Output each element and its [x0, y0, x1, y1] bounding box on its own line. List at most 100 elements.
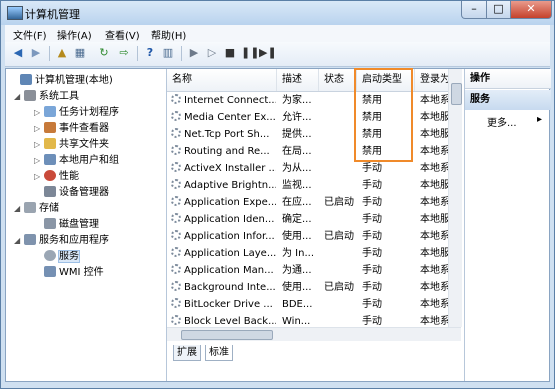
service-status-cell — [324, 177, 357, 194]
more-actions-link[interactable]: 更多... ▸ — [487, 114, 542, 129]
table-row[interactable]: Background Inte... 使用... 已启动 手动 本地系 — [167, 279, 449, 296]
tree-item-storage[interactable]: ◢ 存储 — [14, 201, 59, 217]
cell-text: Routing and Re... — [184, 146, 270, 157]
tree-item-services-apps[interactable]: ◢ 服务和应用程序 — [14, 233, 109, 249]
service-status-cell: 已启动 — [324, 194, 357, 211]
cell-text: Win... — [282, 316, 311, 327]
service-startup-type-cell: 手动 — [362, 296, 415, 313]
tree-item-performance[interactable]: ▷ 性能 — [34, 169, 79, 185]
tree-item-local-users[interactable]: ▷ 本地用户和组 — [34, 153, 119, 169]
cell-text: 手动 — [362, 163, 382, 174]
tree-item-wmi[interactable]: WMI 控件 — [34, 265, 104, 281]
column-header-status[interactable]: 状态 — [319, 69, 357, 91]
tab-standard[interactable]: 标准 — [205, 345, 233, 361]
menu-help[interactable]: 帮助(H) — [151, 27, 186, 42]
tree-item-system-tools[interactable]: ◢ 系统工具 — [14, 89, 79, 105]
cell-text: Application Expe... — [184, 197, 276, 208]
cell-text: 手动 — [362, 180, 382, 191]
table-row[interactable]: BitLocker Drive ... BDE... 手动 本地系 — [167, 296, 449, 313]
vertical-scrollbar[interactable] — [448, 69, 462, 327]
menu-action[interactable]: 操作(A) — [57, 27, 92, 42]
service-startup-type-cell: 手动 — [362, 160, 415, 177]
horizontal-scrollbar[interactable] — [167, 327, 461, 341]
table-row[interactable]: Application Iden... 确定... 手动 本地服 — [167, 211, 449, 228]
cell-text: 本地系 — [420, 316, 449, 327]
help-icon[interactable]: ? — [143, 46, 157, 60]
service-gear-icon — [171, 213, 181, 223]
cell-text: 本地系 — [420, 163, 449, 174]
column-header-description[interactable]: 描述 — [277, 69, 319, 91]
stop-icon[interactable]: ■ — [223, 46, 237, 60]
service-startup-type-cell: 手动 — [362, 262, 415, 279]
device-manager-icon — [44, 186, 56, 197]
tree-item-device-manager[interactable]: 设备管理器 — [34, 185, 109, 201]
table-row[interactable]: ActiveX Installer ... 为从... 手动 本地系 — [167, 160, 449, 177]
service-name-cell: Routing and Re... — [171, 143, 276, 160]
close-button[interactable]: ✕ — [510, 1, 552, 19]
tree-item-shared-folders[interactable]: ▷ 共享文件夹 — [34, 137, 109, 153]
tab-extended[interactable]: 扩展 — [173, 345, 201, 361]
tree-item-event-viewer[interactable]: ▷ 事件查看器 — [34, 121, 109, 137]
service-name-cell: Application Infor... — [171, 228, 276, 245]
service-name-cell: Background Inte... — [171, 279, 276, 296]
table-row[interactable]: Application Man... 为通... 手动 本地系 — [167, 262, 449, 279]
computer-icon — [20, 74, 32, 85]
back-arrow-icon[interactable]: ◀ — [11, 46, 25, 60]
table-row[interactable]: Internet Connect... 为家... 禁用 本地系 — [167, 92, 449, 109]
service-logon-cell: 本地服 — [420, 109, 449, 126]
menu-view[interactable]: 查看(V) — [105, 27, 140, 42]
export-icon[interactable]: ⇨ — [117, 46, 131, 60]
clock-icon — [44, 106, 56, 117]
tree-item-services[interactable]: 服务 — [34, 249, 80, 265]
play-icon[interactable]: ▶ — [187, 46, 201, 60]
play-alt-icon[interactable]: ▷ — [205, 46, 219, 60]
menu-file[interactable]: 文件(F) — [13, 27, 47, 42]
cell-text: Application Man... — [184, 265, 274, 276]
service-startup-type-cell: 禁用 — [362, 92, 415, 109]
restart-icon[interactable]: ▶❚ — [259, 46, 277, 60]
pause-icon[interactable]: ❚❚ — [241, 46, 259, 60]
tree-item-task-scheduler[interactable]: ▷ 任务计划程序 — [34, 105, 119, 121]
table-row[interactable]: Application Laye... 为 In... 手动 本地服 — [167, 245, 449, 262]
vertical-scroll-thumb[interactable] — [451, 83, 462, 105]
service-logon-cell: 本地系 — [420, 194, 449, 211]
cell-text: Internet Connect... — [184, 95, 276, 106]
table-row[interactable]: Routing and Re... 在局... 禁用 本地系 — [167, 143, 449, 160]
service-gear-icon — [171, 196, 181, 206]
service-status-cell: 已启动 — [324, 228, 357, 245]
table-row[interactable]: Media Center Ex... 允许... 禁用 本地服 — [167, 109, 449, 126]
cell-text: 已启动 — [324, 282, 354, 293]
table-row[interactable]: Net.Tcp Port Sh... 提供... 禁用 本地服 — [167, 126, 449, 143]
cell-text: 本地服 — [420, 180, 449, 191]
service-gear-icon — [171, 145, 181, 155]
forward-arrow-icon[interactable]: ▶ — [29, 46, 43, 60]
cell-text: 本地服 — [420, 248, 449, 259]
minimize-button[interactable]: – — [461, 1, 487, 19]
column-header-startup-type[interactable]: 启动类型 — [357, 69, 415, 91]
actions-section-services[interactable]: 服务 — [465, 90, 551, 110]
refresh-icon[interactable]: ↻ — [97, 46, 111, 60]
service-description-cell: 确定... — [282, 211, 319, 228]
column-header-log-on-as[interactable]: 登录为 — [415, 69, 449, 91]
horizontal-scroll-thumb[interactable] — [181, 330, 273, 340]
service-description-cell: 为家... — [282, 92, 319, 109]
cell-text: 禁用 — [362, 95, 382, 106]
toolbar-separator — [181, 46, 182, 61]
show-tree-icon[interactable]: ▦ — [73, 46, 87, 60]
toolbar: ◀ ▶ ▲ ▦ ↻ ⇨ ? ▥ ▶ ▷ ■ ❚❚ ▶❚ — [5, 42, 550, 67]
console-icon[interactable]: ▥ — [161, 46, 175, 60]
tree-item-disk-management[interactable]: 磁盘管理 — [34, 217, 99, 233]
service-status-cell — [324, 109, 357, 126]
table-row[interactable]: Adaptive Brightn... 监视... 手动 本地服 — [167, 177, 449, 194]
table-row[interactable]: Application Infor... 使用... 已启动 手动 本地系 — [167, 228, 449, 245]
service-logon-cell: 本地系 — [420, 262, 449, 279]
cell-text: 本地系 — [420, 231, 449, 242]
service-status-cell — [324, 126, 357, 143]
tree-item-computer-management[interactable]: 计算机管理(本地) — [10, 73, 113, 89]
service-logon-cell: 本地系 — [420, 279, 449, 296]
column-header-name[interactable]: 名称 — [167, 69, 277, 91]
maximize-button[interactable]: □ — [486, 1, 511, 19]
up-folder-icon[interactable]: ▲ — [55, 46, 69, 60]
title-bar[interactable]: 计算机管理 – □ ✕ — [1, 1, 554, 25]
table-row[interactable]: Application Expe... 在应... 已启动 手动 本地系 — [167, 194, 449, 211]
